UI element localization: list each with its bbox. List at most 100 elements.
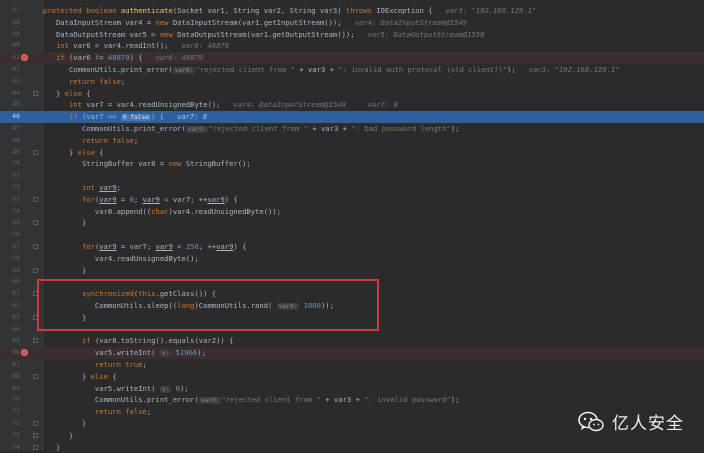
code-text[interactable]: if (var6 != 48879) { var6: 48879 xyxy=(43,52,203,64)
code-text[interactable]: } xyxy=(43,265,86,277)
code-text[interactable]: return false; xyxy=(43,135,138,147)
code-line[interactable]: 45 int var7 = var4.readUnsignedByte(); v… xyxy=(0,99,704,111)
code-line[interactable]: 39 DataOutputStream var5 = new DataOutpu… xyxy=(0,29,704,41)
fold-marker-icon[interactable] xyxy=(33,149,38,155)
line-number[interactable]: 54 xyxy=(0,206,20,218)
fold-marker-icon[interactable] xyxy=(33,244,38,249)
fold-marker-icon[interactable] xyxy=(33,373,38,379)
code-text[interactable]: int var6 = var4.readInt(); var6: 48879 xyxy=(43,40,229,52)
line-number[interactable]: 66 xyxy=(0,347,20,359)
code-line[interactable]: 56 xyxy=(0,229,704,241)
code-text[interactable]: protected boolean authenticate(Socket va… xyxy=(43,5,536,17)
code-line[interactable]: 37 protected boolean authenticate(Socket … xyxy=(0,5,704,17)
line-number[interactable]: 41 xyxy=(0,52,20,64)
code-text[interactable]: for(var9 = 0; var9 < var7; ++var9) { xyxy=(43,194,238,206)
code-text[interactable]: int var9; xyxy=(43,182,121,194)
code-line[interactable]: 43 return false; xyxy=(0,76,704,88)
code-text[interactable]: var4.readUnsignedByte(); xyxy=(43,253,199,265)
fold-marker-icon[interactable] xyxy=(33,267,38,273)
line-number[interactable]: 69 xyxy=(0,383,20,395)
code-text[interactable]: var8.append((char)var4.readUnsignedByte(… xyxy=(43,206,281,218)
line-number[interactable]: 39 xyxy=(0,29,20,41)
code-line[interactable]: 67 return true; xyxy=(0,359,704,371)
line-number[interactable]: 61 xyxy=(0,288,20,300)
code-line[interactable]: 54 var8.append((char)var4.readUnsignedBy… xyxy=(0,206,704,218)
code-text[interactable]: int var7 = var4.readUnsignedByte(); var4… xyxy=(43,99,398,111)
code-text[interactable]: StringBuffer var8 = new StringBuffer(); xyxy=(43,158,251,170)
line-number[interactable]: 73 xyxy=(0,430,20,442)
line-number[interactable]: 68 xyxy=(0,371,20,383)
line-number[interactable]: 45 xyxy=(0,99,20,111)
code-line[interactable]: 47 CommonUtils.print_error(var0: "rejecte… xyxy=(0,123,704,135)
line-number[interactable]: 46 xyxy=(0,111,20,123)
breakpoint-icon[interactable] xyxy=(21,54,28,62)
line-number[interactable]: 71 xyxy=(0,406,20,418)
line-number[interactable]: 52 xyxy=(0,182,20,194)
code-text[interactable]: return false; xyxy=(43,76,125,88)
fold-marker-icon[interactable] xyxy=(33,196,38,202)
code-line[interactable]: 46 if (var7 <= 0 false) { var7: 8 xyxy=(0,111,704,123)
code-line[interactable]: 55 } xyxy=(0,217,704,229)
line-number[interactable]: 47 xyxy=(0,123,20,135)
code-text[interactable]: } else { xyxy=(43,371,117,383)
code-line[interactable]: 59 } xyxy=(0,265,704,277)
code-text[interactable]: return false; xyxy=(43,406,151,418)
code-text[interactable]: DataOutputStream var5 = new DataOutputSt… xyxy=(43,29,484,41)
code-line[interactable]: 44 } else { xyxy=(0,88,704,100)
code-line[interactable]: 49 } else { xyxy=(0,147,704,159)
code-text[interactable]: } else { xyxy=(43,147,104,159)
line-number[interactable]: 58 xyxy=(0,253,20,265)
code-text[interactable]: } xyxy=(43,430,73,442)
line-number[interactable]: 67 xyxy=(0,359,20,371)
code-line[interactable]: 68 } else { xyxy=(0,371,704,383)
line-number[interactable]: 55 xyxy=(0,217,20,229)
code-line[interactable]: 58 var4.readUnsignedByte(); xyxy=(0,253,704,265)
line-number[interactable]: 63 xyxy=(0,312,20,324)
line-number[interactable]: 42 xyxy=(0,64,20,76)
code-line[interactable]: 38 DataInputStream var4 = new DataInputS… xyxy=(0,17,704,29)
line-number[interactable]: 56 xyxy=(0,229,20,241)
line-number[interactable]: 48 xyxy=(0,135,20,147)
breakpoint-icon[interactable] xyxy=(21,349,28,357)
code-text[interactable]: if (var8.toString().equals(var2)) { xyxy=(43,335,233,347)
line-number[interactable]: 59 xyxy=(0,265,20,277)
code-text[interactable]: } xyxy=(43,442,60,453)
code-text[interactable]: for(var9 = var7; var9 < 256; ++var9) { xyxy=(43,241,246,253)
code-text[interactable]: } xyxy=(43,217,86,229)
fold-marker-icon[interactable] xyxy=(33,432,38,438)
line-number[interactable]: 74 xyxy=(0,442,20,453)
code-line[interactable]: 65 if (var8.toString().equals(var2)) { xyxy=(0,335,704,347)
line-number[interactable]: 62 xyxy=(0,300,20,312)
line-number[interactable]: 70 xyxy=(0,394,20,406)
line-number[interactable]: 51 xyxy=(0,170,20,182)
code-line[interactable]: 53 for(var9 = 0; var9 < var7; ++var9) { xyxy=(0,194,704,206)
line-number[interactable]: 40 xyxy=(0,40,20,52)
line-number[interactable]: 43 xyxy=(0,76,20,88)
fold-marker-icon[interactable] xyxy=(33,421,38,426)
code-line[interactable]: 52 int var9; xyxy=(0,182,704,194)
fold-marker-icon[interactable] xyxy=(33,338,38,344)
line-number[interactable]: 37 xyxy=(0,5,20,17)
line-number[interactable]: 44 xyxy=(0,88,20,100)
line-number[interactable]: 49 xyxy=(0,147,20,159)
code-text[interactable]: return true; xyxy=(43,359,147,371)
line-number[interactable]: 50 xyxy=(0,158,20,170)
line-number[interactable]: 60 xyxy=(0,276,20,288)
code-line[interactable]: 57 for(var9 = var7; var9 < 256; ++var9) … xyxy=(0,241,704,253)
code-line[interactable]: 70 CommonUtils.print_error(var0: "rejecte… xyxy=(0,394,704,406)
code-line[interactable]: 42 CommonUtils.print_error(var0: "rejecte… xyxy=(0,64,704,76)
code-line[interactable]: 48 return false; xyxy=(0,135,704,147)
line-number[interactable]: 65 xyxy=(0,335,20,347)
code-editor[interactable]: 37 protected boolean authenticate(Socket … xyxy=(0,0,704,453)
code-line[interactable]: 40 int var6 = var4.readInt(); var6: 4887… xyxy=(0,40,704,52)
fold-marker-icon[interactable] xyxy=(33,90,38,96)
line-number[interactable]: 64 xyxy=(0,324,20,336)
code-line[interactable]: 50 StringBuffer var8 = new StringBuffer(… xyxy=(0,158,704,170)
code-text[interactable]: } xyxy=(43,418,86,430)
fold-marker-icon[interactable] xyxy=(33,444,38,450)
code-line[interactable]: 41 if (var6 != 48879) { var6: 48879 xyxy=(0,52,704,64)
line-number[interactable]: 57 xyxy=(0,241,20,253)
fold-marker-icon[interactable] xyxy=(33,220,38,226)
code-text[interactable]: } else { xyxy=(43,88,91,100)
code-line[interactable]: 74 } xyxy=(0,442,704,453)
